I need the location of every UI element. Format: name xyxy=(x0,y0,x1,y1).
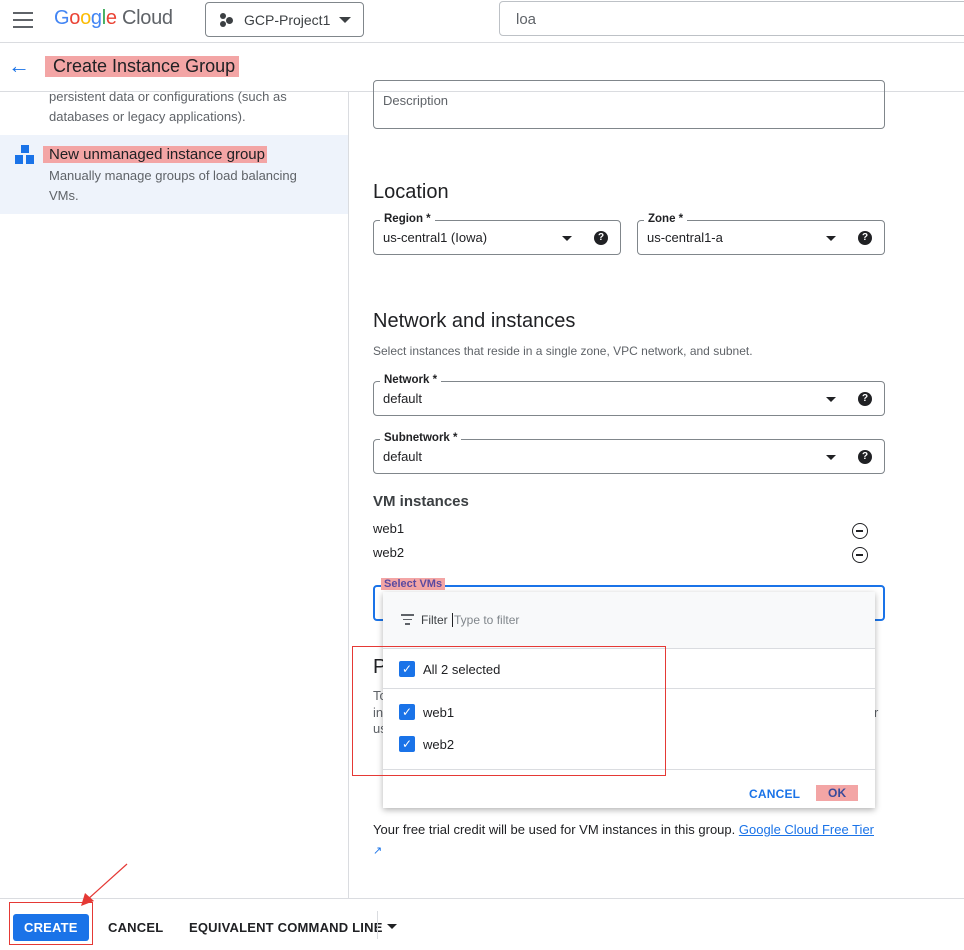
chevron-down-icon xyxy=(826,236,836,241)
zone-label: Zone * xyxy=(644,213,688,225)
subnetwork-select[interactable]: Subnetwork * default ? xyxy=(373,432,885,474)
help-icon[interactable]: ? xyxy=(858,392,872,406)
zone-value: us-central1-a xyxy=(647,230,723,245)
subnetwork-value: default xyxy=(383,449,423,464)
description-placeholder: Description xyxy=(383,93,449,108)
free-trial-text: Your free trial credit will be used for … xyxy=(373,822,736,837)
project-icon xyxy=(220,13,234,27)
vm-item: web1 xyxy=(373,521,405,536)
page-title: Create Instance Group xyxy=(45,56,240,77)
region-select[interactable]: Region * us-central1 (Iowa) ? xyxy=(373,213,621,255)
project-name: GCP-Project1 xyxy=(244,12,331,28)
remove-vm-icon[interactable] xyxy=(852,523,868,539)
project-selector[interactable]: GCP-Project1 xyxy=(205,2,364,37)
filter-bar[interactable]: Filter Type to filter xyxy=(383,592,875,649)
network-heading: Network and instances xyxy=(373,310,576,332)
dropdown-ok-button[interactable]: OK xyxy=(816,785,859,801)
help-icon[interactable]: ? xyxy=(594,231,608,245)
chevron-down-icon xyxy=(826,455,836,460)
network-desc: Select instances that reside in a single… xyxy=(373,344,753,358)
filter-icon xyxy=(401,614,414,625)
footer-bar: CREATE CANCEL EQUIVALENT COMMAND LINE xyxy=(0,898,964,950)
instance-group-icon xyxy=(15,145,35,165)
equivalent-command-line-button[interactable]: EQUIVALENT COMMAND LINE xyxy=(189,920,383,935)
chevron-down-icon xyxy=(562,236,572,241)
option-title: New unmanaged instance group xyxy=(43,146,267,163)
subnetwork-label: Subnetwork * xyxy=(380,432,462,444)
dropdown-cancel-button[interactable]: CANCEL xyxy=(749,787,800,801)
back-arrow-icon[interactable]: ← xyxy=(8,53,30,79)
zone-select[interactable]: Zone * us-central1-a ? xyxy=(637,213,885,255)
free-trial-note: Your free trial credit will be used for … xyxy=(373,820,883,861)
annotation-box xyxy=(352,646,666,776)
divider xyxy=(377,911,378,939)
region-value: us-central1 (Iowa) xyxy=(383,230,488,245)
annotation-arrow xyxy=(81,863,128,906)
option-desc: Manually manage groups of load balancing… xyxy=(49,168,297,203)
network-value: default xyxy=(383,391,423,406)
help-icon[interactable]: ? xyxy=(858,450,872,464)
filter-input[interactable]: Type to filter xyxy=(452,613,519,627)
description-textarea[interactable]: Description xyxy=(373,80,885,129)
filter-label: Filter xyxy=(421,613,448,627)
network-label: Network * xyxy=(380,374,442,386)
location-heading: Location xyxy=(373,181,449,203)
menu-icon[interactable] xyxy=(13,12,33,28)
select-vms-label: Select VMs xyxy=(381,578,446,590)
vm-instances-heading: VM instances xyxy=(373,493,469,510)
chevron-down-icon xyxy=(339,17,351,23)
google-cloud-logo[interactable]: Google Cloud xyxy=(54,7,173,30)
vm-item: web2 xyxy=(373,545,405,560)
external-link-icon[interactable]: ↗ xyxy=(373,845,382,857)
top-bar: Google Cloud GCP-Project1 loa xyxy=(0,0,964,43)
option-new-unmanaged-instance-group[interactable]: New unmanaged instance group Manually ma… xyxy=(0,135,348,214)
region-label: Region * xyxy=(380,213,435,225)
remove-vm-icon[interactable] xyxy=(852,547,868,563)
chevron-down-icon[interactable] xyxy=(387,924,397,929)
search-input[interactable]: loa xyxy=(499,1,964,36)
help-icon[interactable]: ? xyxy=(858,231,872,245)
network-select[interactable]: Network * default ? xyxy=(373,374,885,416)
previous-option-desc: persistent data or configurations (such … xyxy=(49,89,287,124)
cancel-button[interactable]: CANCEL xyxy=(108,920,163,935)
sidebar: persistent data or configurations (such … xyxy=(0,89,349,898)
chevron-down-icon xyxy=(826,397,836,402)
free-tier-link[interactable]: Google Cloud Free Tier xyxy=(739,822,874,837)
